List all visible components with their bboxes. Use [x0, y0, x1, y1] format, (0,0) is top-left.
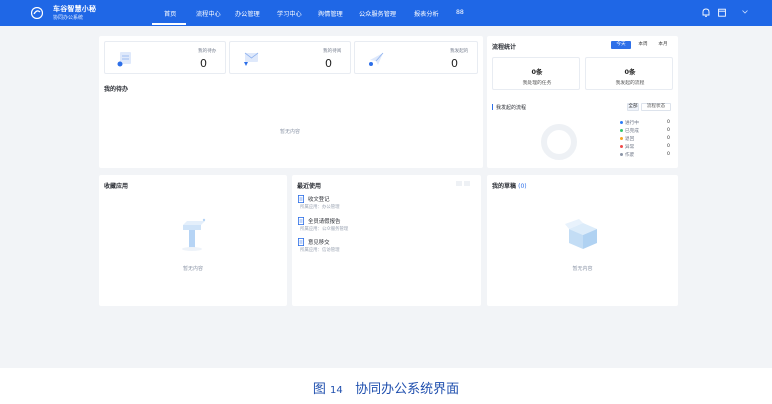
my-todo-empty-text: 暂无内容 [280, 129, 301, 135]
legend-value: 0 [667, 128, 670, 133]
nav-more-apps[interactable]: 88 [456, 9, 464, 16]
recent-apps-title: 最近使用 [297, 183, 322, 190]
favorite-apps-empty-text: 暂无内容 [182, 266, 203, 272]
favorite-apps-panel: 收藏应用 暂无内容 [99, 175, 287, 306]
nav-office-management[interactable]: 办公管理 [235, 9, 260, 18]
mail-icon [244, 52, 259, 66]
recent-app-title: 全员请假报告 [308, 219, 341, 225]
legend-dot [620, 145, 623, 148]
legend-dot [620, 153, 623, 156]
recent-app-item[interactable]: 收文登记 所属应用：办公管理 [298, 195, 418, 213]
top-navigation-bar: 车谷智慧小秘 协同办公系统 首页 流程中心 办公管理 学习中心 舆情管理 公众服… [0, 0, 772, 26]
stat-card-initiated[interactable]: 我发起的 0 [354, 41, 478, 74]
recent-app-title: 意见移交 [308, 240, 330, 246]
stat-box-value: 0条 [531, 68, 543, 76]
stat-box-value: 0条 [624, 68, 636, 76]
stat-value: 0 [325, 57, 332, 70]
legend-dot [620, 129, 623, 132]
brand-logo-icon[interactable] [31, 7, 43, 19]
send-icon [369, 52, 384, 66]
brand-subtitle: 协同办公系统 [53, 15, 84, 21]
my-drafts-empty-text: 暂无内容 [572, 266, 593, 272]
empty-state-illustration-icon [182, 218, 206, 251]
nav-process-center[interactable]: 流程中心 [196, 9, 221, 18]
legend-label: 退回 [625, 137, 635, 142]
legend-dot [620, 137, 623, 140]
nav-report-analysis[interactable]: 报表分析 [414, 9, 439, 18]
legend-value: 0 [667, 144, 670, 149]
caption-number: 14 [330, 385, 343, 396]
legend-voided: 作废 [620, 152, 634, 158]
nav-active-indicator [152, 23, 186, 25]
process-stats-title: 流程统计 [492, 44, 517, 51]
legend-label: 已完成 [625, 129, 639, 134]
legend-dot [620, 121, 623, 124]
stat-card-todo[interactable]: 我的待办 0 [104, 41, 226, 74]
process-stats-panel: 流程统计 今天 本周 本月 0条 我处理的任务 0条 我发起的流程 我发起的流程… [487, 36, 678, 168]
legend-label: 进行中 [625, 121, 639, 126]
stat-label: 我发起的 [450, 49, 469, 54]
stat-box-processes[interactable]: 0条 我发起的流程 [585, 57, 673, 90]
favorite-apps-title: 收藏应用 [104, 183, 129, 190]
tab-this-month[interactable]: 本月 [653, 41, 673, 49]
file-icon [298, 217, 304, 225]
bell-icon[interactable] [702, 8, 710, 17]
legend-value: 0 [667, 120, 670, 125]
carousel-next-button[interactable] [464, 181, 470, 186]
recent-app-item[interactable]: 全员请假报告 所属应用：公众服务管理 [298, 217, 418, 235]
legend-value: 0 [667, 152, 670, 157]
tab-today[interactable]: 今天 [611, 41, 631, 49]
my-drafts-title: 我的草稿 (0) [492, 181, 527, 190]
tab-this-week[interactable]: 本周 [633, 41, 653, 49]
donut-chart [541, 124, 577, 160]
my-drafts-count: (0) [518, 183, 527, 190]
carousel-prev-button[interactable] [456, 181, 462, 186]
legend-value: 0 [667, 136, 670, 141]
stat-box-label: 我处理的任务 [522, 81, 552, 86]
recent-app-item[interactable]: 意见移交 所属应用：信访管理 [298, 238, 418, 256]
initiated-process-title: 我发起的流程 [496, 105, 527, 111]
section-marker [492, 104, 493, 110]
stat-card-toread[interactable]: 我的待阅 0 [229, 41, 351, 74]
nav-public-opinion[interactable]: 舆情管理 [318, 9, 343, 18]
stat-box-tasks[interactable]: 0条 我处理的任务 [492, 57, 580, 90]
app-window: 车谷智慧小秘 协同办公系统 首页 流程中心 办公管理 学习中心 舆情管理 公众服… [0, 0, 772, 368]
stat-label: 我的待阅 [323, 49, 342, 54]
my-drafts-title-text: 我的草稿 [492, 183, 517, 190]
document-icon [117, 52, 131, 67]
legend-running: 进行中 [620, 120, 639, 126]
empty-box-icon [565, 219, 597, 249]
my-drafts-panel: 我的草稿 (0) 暂无内容 [487, 175, 678, 306]
nav-home[interactable]: 首页 [164, 9, 176, 18]
legend-returned: 退回 [620, 136, 634, 142]
stat-value: 0 [451, 57, 458, 70]
caption-prefix: 图 [312, 382, 326, 397]
nav-public-service[interactable]: 公众服务管理 [359, 9, 396, 18]
chevron-down-icon[interactable] [742, 10, 748, 14]
stat-label: 我的待办 [198, 49, 217, 54]
stat-value: 0 [200, 57, 207, 70]
tab-process-status[interactable]: 流程状态 [641, 103, 671, 111]
nav-learning-center[interactable]: 学习中心 [277, 9, 302, 18]
caption-text: 协同办公系统界面 [355, 382, 460, 397]
recent-app-title: 收文登记 [308, 197, 330, 203]
my-todo-title: 我的待办 [104, 86, 129, 93]
legend-label: 异常 [625, 145, 635, 150]
legend-abnormal: 异常 [620, 144, 634, 150]
figure-caption: 图 14 协同办公系统界面 [0, 378, 772, 397]
legend-label: 作废 [625, 153, 635, 158]
recent-app-subtitle: 所属应用：公众服务管理 [300, 227, 349, 232]
legend-completed: 已完成 [620, 128, 639, 134]
file-icon [298, 195, 304, 203]
file-icon [298, 238, 304, 246]
brand-title: 车谷智慧小秘 [53, 5, 97, 13]
recent-app-subtitle: 所属应用：信访管理 [300, 248, 340, 253]
recent-apps-panel: 最近使用 收文登记 所属应用：办公管理 全员请假报告 所属应用：公众服务管理 意… [292, 175, 481, 306]
calendar-icon[interactable] [718, 8, 726, 17]
recent-app-subtitle: 所属应用：办公管理 [300, 205, 340, 210]
stat-box-label: 我发起的流程 [615, 81, 645, 86]
tab-all[interactable]: 全部 [627, 103, 639, 111]
